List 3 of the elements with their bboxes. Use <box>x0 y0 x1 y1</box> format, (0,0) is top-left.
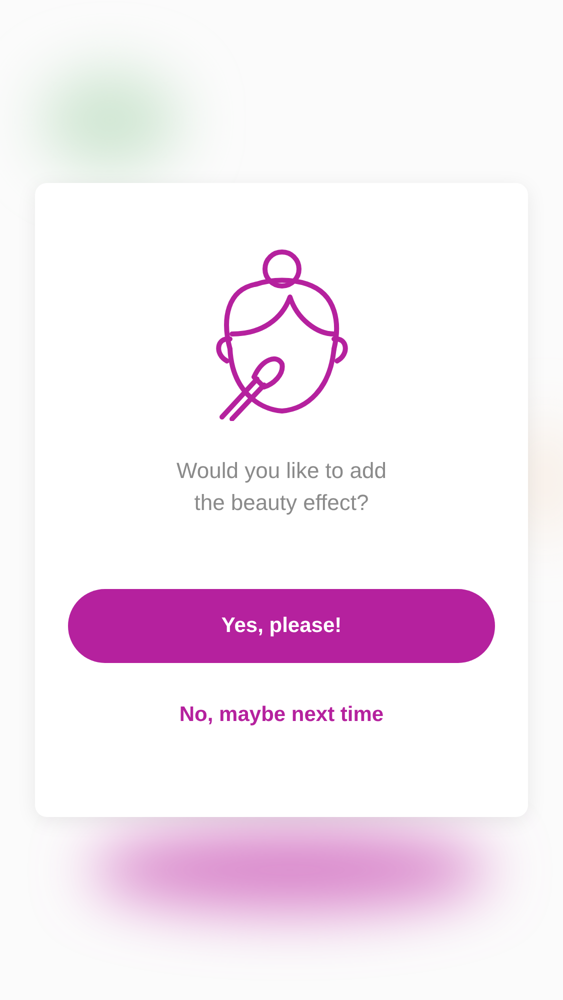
prompt-text: Would you like to add the beauty effect? <box>176 457 388 517</box>
confirm-button[interactable]: Yes, please! <box>68 589 495 663</box>
decline-link[interactable]: No, maybe next time <box>179 699 384 730</box>
